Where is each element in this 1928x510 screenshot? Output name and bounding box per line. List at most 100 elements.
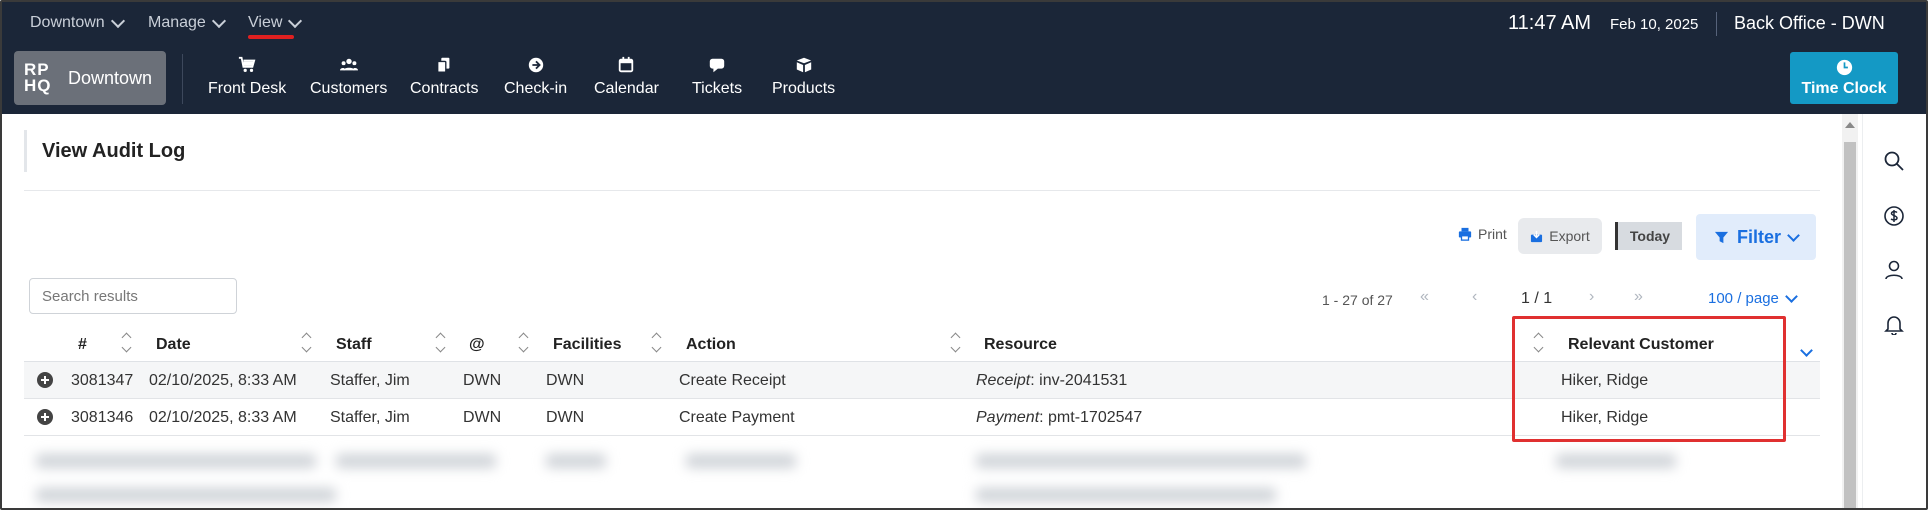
search-icon[interactable] — [1883, 150, 1905, 172]
arrow-circle-icon — [528, 57, 543, 73]
divider — [1716, 12, 1717, 36]
cell-staff: Staffer, Jim — [330, 409, 410, 426]
cell-date: 02/10/2025, 8:33 AM — [149, 409, 297, 426]
cell-action: Create Payment — [679, 409, 795, 426]
menu-downtown[interactable]: Downtown — [30, 13, 125, 32]
main-nav: RP HQ Downtown Front Desk Customers Contr… — [2, 46, 1926, 114]
export-icon — [1531, 230, 1543, 242]
current-time: 11:47 AM — [1508, 12, 1592, 34]
users-icon — [339, 58, 358, 71]
active-menu-underline — [248, 35, 294, 39]
brand-button[interactable]: RP HQ Downtown — [14, 51, 166, 105]
page-size-select[interactable]: 100 / page — [1708, 290, 1798, 307]
rphq-logo: RP HQ — [24, 60, 52, 95]
page-indicator: 1 / 1 — [1521, 290, 1553, 307]
col-header-action[interactable]: Action — [686, 336, 736, 354]
nav-calendar[interactable]: Calendar — [594, 56, 659, 98]
cell-customer[interactable]: Hiker, Ridge — [1561, 372, 1648, 390]
page-size-value: 100 / page — [1708, 290, 1779, 307]
nav-products[interactable]: Products — [772, 56, 835, 98]
bell-icon[interactable] — [1883, 313, 1905, 335]
scrollbar-thumb[interactable] — [1844, 142, 1856, 508]
sort-icon[interactable] — [1534, 330, 1544, 356]
export-button[interactable]: Export — [1518, 218, 1602, 254]
column-menu-chevron-icon[interactable] — [1800, 344, 1813, 357]
cell-id: 3081347 — [71, 372, 134, 389]
filter-icon — [1714, 231, 1729, 243]
nav-tickets[interactable]: Tickets — [692, 56, 742, 98]
cell-at: DWN — [463, 409, 502, 426]
col-header-resource[interactable]: Resource — [984, 336, 1057, 354]
next-page-icon[interactable]: › — [1589, 288, 1594, 306]
cell-facilities: DWN — [546, 409, 585, 426]
chevron-down-icon — [288, 13, 303, 28]
sort-icon[interactable] — [302, 330, 312, 356]
resource-type: Receipt — [976, 372, 1031, 389]
chevron-down-icon — [1785, 290, 1798, 303]
col-header-staff[interactable]: Staff — [336, 336, 372, 354]
table-row[interactable]: 3081346 02/10/2025, 8:33 AM Staffer, Jim… — [24, 399, 1820, 436]
nav-contracts[interactable]: Contracts — [410, 56, 478, 98]
nav-customers[interactable]: Customers — [310, 56, 387, 98]
dollar-icon[interactable] — [1883, 205, 1905, 227]
brand-name: Downtown — [68, 67, 153, 88]
cell-facilities: DWN — [546, 372, 585, 389]
col-header-relevant-customer[interactable]: Relevant Customer — [1568, 336, 1714, 354]
cell-resource[interactable]: Payment: pmt-1702547 — [976, 409, 1142, 427]
top-menu-bar: Downtown Manage View 11:47 AM Feb 10, 20… — [2, 2, 1926, 46]
menu-view[interactable]: View — [248, 13, 303, 32]
nav-label: Check-in — [504, 80, 568, 97]
today-button[interactable]: Today — [1615, 222, 1682, 250]
chevron-down-icon — [1787, 228, 1800, 242]
expand-row-icon[interactable] — [37, 372, 53, 388]
nav-label: Customers — [310, 80, 388, 97]
col-header-facilities[interactable]: Facilities — [553, 336, 621, 354]
sort-icon[interactable] — [436, 330, 446, 356]
cart-icon — [239, 56, 256, 73]
chevron-down-icon — [110, 13, 125, 28]
sort-icon[interactable] — [951, 330, 961, 356]
scroll-up-arrow[interactable] — [1845, 122, 1855, 128]
blurred-text — [976, 488, 1276, 502]
sort-icon[interactable] — [652, 330, 662, 356]
menu-manage[interactable]: Manage — [148, 13, 226, 32]
filter-button[interactable]: Filter — [1696, 214, 1816, 260]
col-header-id[interactable]: # — [78, 336, 87, 354]
resource-value: : inv-2041531 — [1030, 372, 1128, 389]
time-clock-button[interactable]: Time Clock — [1790, 52, 1898, 104]
col-header-date[interactable]: Date — [156, 336, 191, 354]
divider — [24, 190, 1820, 191]
menu-label: Downtown — [30, 14, 105, 31]
filter-label: Filter — [1736, 226, 1781, 247]
search-input[interactable] — [29, 278, 237, 314]
prev-page-icon[interactable]: ‹ — [1472, 288, 1477, 306]
last-page-icon[interactable]: » — [1634, 288, 1643, 306]
nav-label: Front Desk — [208, 80, 287, 97]
right-rail — [1862, 114, 1926, 508]
cell-customer[interactable]: Hiker, Ridge — [1561, 409, 1648, 427]
nav-label: Calendar — [594, 80, 659, 97]
contracts-icon — [437, 57, 450, 73]
user-icon[interactable] — [1883, 259, 1905, 281]
nav-check-in[interactable]: Check-in — [504, 56, 567, 98]
title-accent — [24, 130, 27, 172]
nav-label: Products — [772, 80, 836, 97]
first-page-icon[interactable]: « — [1420, 288, 1429, 306]
divider — [182, 54, 183, 104]
chat-icon — [709, 58, 725, 73]
page-title: View Audit Log — [42, 140, 186, 162]
col-header-at[interactable]: @ — [469, 336, 485, 354]
nav-label: Tickets — [692, 80, 743, 97]
office-name[interactable]: Back Office - DWN — [1734, 13, 1885, 34]
expand-row-icon[interactable] — [37, 409, 53, 425]
chevron-down-icon — [211, 13, 226, 28]
sort-icon[interactable] — [122, 330, 132, 356]
sort-icon[interactable] — [519, 330, 529, 356]
resource-type: Payment — [976, 409, 1040, 426]
cell-resource[interactable]: Receipt: inv-2041531 — [976, 372, 1127, 390]
print-button[interactable]: Print — [1458, 226, 1507, 242]
nav-front-desk[interactable]: Front Desk — [208, 56, 286, 98]
table-row[interactable]: 3081347 02/10/2025, 8:33 AM Staffer, Jim… — [24, 362, 1820, 399]
blurred-rows — [16, 444, 1816, 508]
cell-staff: Staffer, Jim — [330, 372, 410, 389]
